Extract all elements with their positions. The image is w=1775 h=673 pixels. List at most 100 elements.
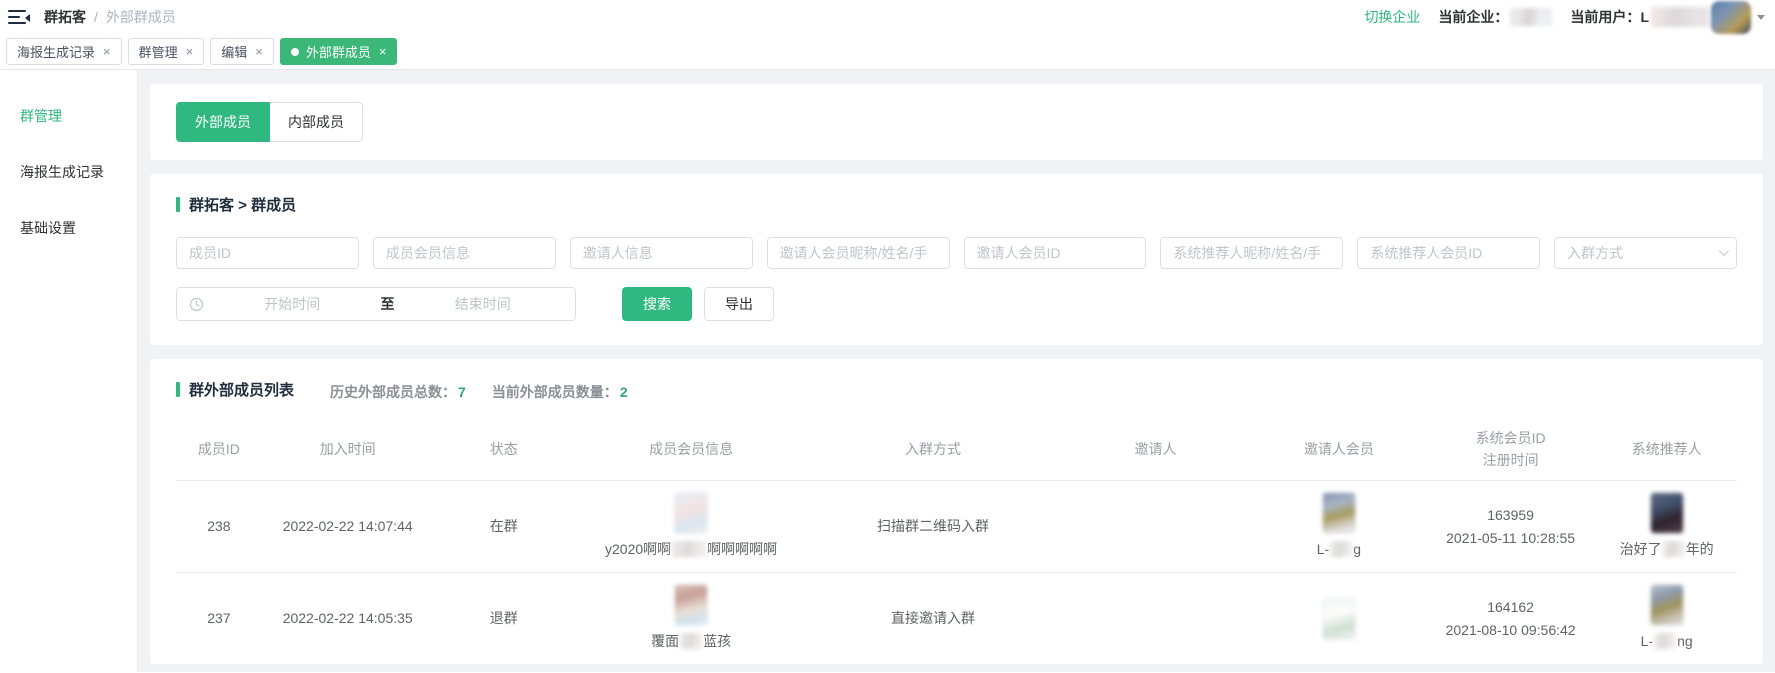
col-sys-id-reg-time: 系统会员ID 注册时间	[1425, 427, 1597, 472]
member-stats: 历史外部成员总数：7 当前外部成员数量：2	[330, 382, 628, 402]
current-user-name-prefix: L	[1640, 9, 1649, 25]
table-row[interactable]: 237 2022-02-22 14:05:35 退群 覆面 蓝孩 直接邀请入群	[176, 572, 1737, 664]
current-count-label: 当前外部成员数量：	[492, 384, 618, 400]
date-range-picker[interactable]: 开始时间 至 结束时间	[176, 287, 576, 321]
recommender-name: L- ng	[1641, 630, 1693, 652]
join-method-select[interactable]: 入群方式	[1554, 237, 1737, 269]
current-user-label: 当前用户：	[1570, 7, 1640, 27]
list-header: 群外部成员列表 历史外部成员总数：7 当前外部成员数量：2	[176, 379, 1737, 402]
user-menu-caret-icon[interactable]	[1757, 15, 1765, 20]
member-list-card: 群外部成员列表 历史外部成员总数：7 当前外部成员数量：2 成员ID 加入时间 …	[150, 359, 1763, 664]
sidebar-item-basic-settings[interactable]: 基础设置	[0, 200, 137, 256]
members-table: 成员ID 加入时间 状态 成员会员信息 入群方式 邀请人 邀请人会员 系统会员I…	[176, 418, 1737, 664]
member-info-input[interactable]	[373, 237, 556, 269]
member-id-input[interactable]	[176, 237, 359, 269]
tab-label: 海报生成记录	[17, 42, 95, 61]
current-user-redacted	[1651, 7, 1709, 27]
inviter-member-id-input[interactable]	[964, 237, 1147, 269]
date-range-separator: 至	[375, 294, 401, 314]
table-row[interactable]: 238 2022-02-22 14:07:44 在群 y2020啊啊 啊啊啊啊啊…	[176, 480, 1737, 572]
inviter-member-suffix: g	[1353, 538, 1361, 560]
external-members-toggle[interactable]: 外部成员	[176, 102, 270, 142]
reg-time: 2021-05-11 10:28:55	[1425, 527, 1597, 549]
inviter-member-name-input[interactable]	[767, 237, 950, 269]
cell-join-time: 2022-02-22 14:07:44	[262, 515, 434, 537]
member-name-suffix: 蓝孩	[703, 630, 731, 652]
search-button[interactable]: 搜索	[622, 287, 692, 321]
cell-member-id: 238	[176, 515, 262, 537]
recommender-name-input[interactable]	[1160, 237, 1343, 269]
filter-card: 群拓客 > 群成员 入群方式	[150, 174, 1763, 345]
breadcrumb: 群拓客 / 外部群成员	[44, 7, 176, 27]
cell-status: 退群	[434, 607, 574, 629]
cell-sys-id-reg-time: 163959 2021-05-11 10:28:55	[1425, 504, 1597, 549]
tab-edit[interactable]: 编辑 ×	[210, 38, 274, 65]
cell-recommender: L- ng	[1596, 584, 1736, 652]
history-total-value: 7	[458, 384, 466, 400]
recommender-id-input[interactable]	[1357, 237, 1540, 269]
member-name: 覆面 蓝孩	[651, 630, 731, 652]
recommender-name: 治好了 年的	[1620, 538, 1714, 560]
section-accent-bar	[176, 382, 180, 397]
main-content: 外部成员 内部成员 群拓客 > 群成员 入群方式	[138, 70, 1775, 672]
switch-company-link[interactable]: 切换企业	[1364, 7, 1420, 27]
end-time-placeholder[interactable]: 结束时间	[401, 294, 566, 314]
close-icon[interactable]: ×	[255, 44, 263, 59]
member-avatar	[674, 492, 708, 534]
recommender-prefix: 治好了	[1620, 538, 1662, 560]
member-name-prefix: y2020啊啊	[605, 538, 671, 560]
history-total-stat: 历史外部成员总数：7	[330, 382, 466, 402]
redacted-text	[680, 633, 702, 649]
close-icon[interactable]: ×	[186, 44, 194, 59]
collapse-menu-icon[interactable]	[8, 8, 30, 26]
close-icon[interactable]: ×	[379, 44, 387, 59]
recommender-avatar	[1650, 492, 1684, 534]
user-avatar[interactable]	[1711, 1, 1751, 34]
col-inviter-member: 邀请人会员	[1253, 438, 1425, 460]
export-button[interactable]: 导出	[704, 287, 774, 321]
col-inviter: 邀请人	[1058, 438, 1253, 460]
col-status: 状态	[434, 438, 574, 460]
clock-icon	[189, 297, 204, 312]
current-user[interactable]: 当前用户： L	[1570, 1, 1765, 34]
tab-group-manage[interactable]: 群管理 ×	[128, 38, 205, 65]
current-company-label: 当前企业：	[1438, 7, 1508, 27]
sidebar-item-poster-records[interactable]: 海报生成记录	[0, 144, 137, 200]
cell-inviter-member: L- g	[1253, 492, 1425, 560]
col-reg-time-line: 注册时间	[1425, 449, 1597, 471]
close-icon[interactable]: ×	[103, 44, 111, 59]
member-type-card: 外部成员 内部成员	[150, 84, 1763, 160]
redacted-text	[1330, 541, 1352, 557]
list-title-text: 群外部成员列表	[189, 379, 294, 400]
cell-status: 在群	[434, 515, 574, 537]
col-join-method: 入群方式	[808, 438, 1058, 460]
col-join-time: 加入时间	[262, 438, 434, 460]
inviter-member-name: L- g	[1317, 538, 1361, 560]
cell-join-method: 直接邀请入群	[808, 607, 1058, 629]
cell-member-info: 覆面 蓝孩	[574, 584, 808, 652]
inviter-member-avatar	[1322, 492, 1356, 534]
start-time-placeholder[interactable]: 开始时间	[210, 294, 375, 314]
table-header-row: 成员ID 加入时间 状态 成员会员信息 入群方式 邀请人 邀请人会员 系统会员I…	[176, 418, 1737, 480]
sidebar-item-group-manage[interactable]: 群管理	[0, 88, 137, 144]
col-member-id: 成员ID	[176, 438, 262, 460]
cell-recommender: 治好了 年的	[1596, 492, 1736, 560]
cell-join-method: 扫描群二维码入群	[808, 515, 1058, 537]
topbar-right: 切换企业 当前企业： 当前用户： L	[1364, 1, 1765, 34]
filter-inputs-row: 入群方式	[176, 237, 1737, 269]
breadcrumb-root[interactable]: 群拓客	[44, 7, 86, 27]
internal-members-toggle[interactable]: 内部成员	[270, 102, 363, 142]
recommender-suffix: ng	[1677, 630, 1693, 652]
list-section-title: 群外部成员列表	[176, 379, 294, 400]
section-accent-bar	[176, 197, 180, 212]
cell-member-id: 237	[176, 607, 262, 629]
tab-label: 群管理	[139, 42, 178, 61]
inviter-info-input[interactable]	[570, 237, 753, 269]
recommender-suffix: 年的	[1686, 538, 1714, 560]
filter-section-title: 群拓客 > 群成员	[176, 194, 1737, 215]
member-avatar	[674, 584, 708, 626]
sidebar: 群管理 海报生成记录 基础设置	[0, 70, 138, 672]
redacted-text	[1654, 633, 1676, 649]
tab-poster-records[interactable]: 海报生成记录 ×	[6, 38, 122, 65]
tab-external-members[interactable]: 外部群成员 ×	[280, 38, 398, 65]
